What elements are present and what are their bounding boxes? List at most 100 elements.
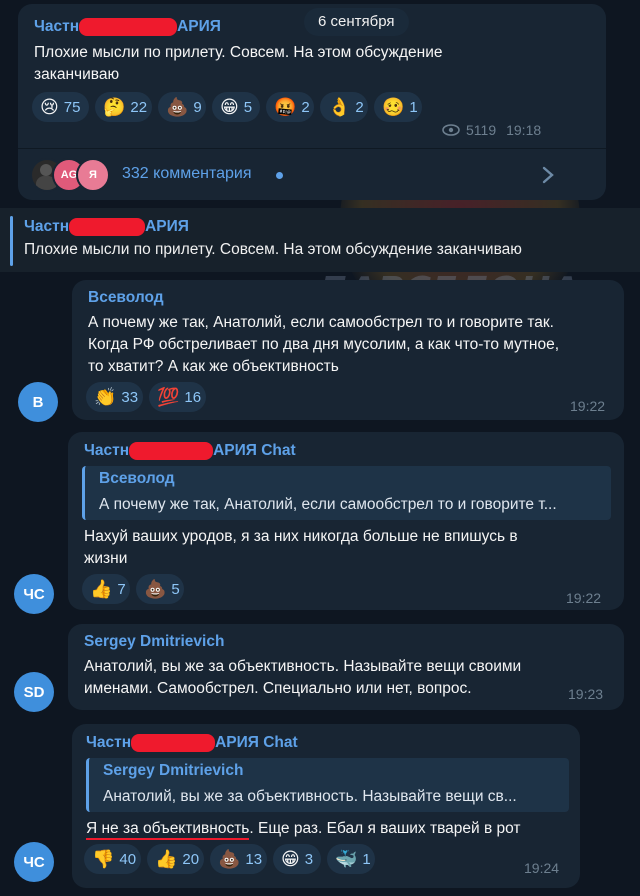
message-text-line: Анатолий, вы же за объективность. Называ… — [84, 658, 522, 675]
post-text: Плохие мысли по прилету. Совсем. На этом… — [34, 42, 443, 86]
avatar[interactable]: SD — [14, 672, 54, 712]
reaction-count: 16 — [184, 388, 202, 406]
date-badge: 6 сентября — [304, 8, 409, 36]
avatar[interactable]: В — [18, 382, 58, 422]
thumbs-down-icon: 👎 — [92, 849, 115, 869]
reaction-cursing-face[interactable]: 🤬 2 — [266, 92, 314, 122]
reaction-poo[interactable]: 💩 9 — [158, 92, 206, 122]
ok-hand-icon: 👌 — [328, 97, 351, 117]
quote-text: А почему же так, Анатолий, если самообст… — [99, 496, 557, 513]
reaction-clapping-hands[interactable]: 👏 33 — [86, 382, 143, 412]
author-redaction — [79, 18, 178, 36]
message-text: Анатолий, вы же за объективность. Называ… — [84, 656, 521, 700]
message-time: 19:22 — [566, 590, 602, 606]
grinning-face-icon: 😁 — [220, 97, 239, 117]
divider — [18, 148, 606, 149]
clapping-hands-icon: 👏 — [94, 387, 117, 407]
reaction-poo[interactable]: 💩 5 — [136, 574, 184, 604]
message-text: А почему же так, Анатолий, если самообст… — [88, 312, 559, 378]
post-text-line: Плохие мысли по прилету. Совсем. На этом… — [34, 44, 443, 61]
poo-icon: 💩 — [144, 579, 167, 599]
woozy-face-icon: 🥴 — [382, 97, 405, 117]
message-text-line: жизни — [84, 550, 128, 567]
message-text-line: Нахуй ваших уродов, я за них никогда бол… — [84, 528, 518, 545]
post-time: 19:18 — [506, 122, 542, 138]
avatar[interactable]: ЧС — [14, 842, 54, 882]
poo-icon: 💩 — [218, 849, 241, 869]
reaction-count: 7 — [117, 580, 126, 598]
post-views: 5119 19:18 — [442, 122, 541, 138]
reaction-poo[interactable]: 💩 13 — [210, 844, 267, 874]
post-views-count: 5119 — [466, 122, 497, 138]
reaction-hundred-points[interactable]: 💯 16 — [149, 382, 206, 412]
message-author-prefix: Частн — [86, 734, 132, 752]
thumbs-up-icon: 👍 — [155, 849, 178, 869]
reaction-crying-face[interactable]: 😢 75 — [32, 92, 89, 122]
reaction-ok-hand[interactable]: 👌 2 — [320, 92, 368, 122]
comments-count-label[interactable]: 332 комментария — [122, 165, 252, 183]
reaction-count: 1 — [362, 850, 371, 868]
message-author[interactable]: Частн АРИЯ Chat — [84, 442, 296, 460]
post-text-line: заканчиваю — [34, 66, 120, 83]
reaction-count: 13 — [245, 850, 263, 868]
reaction-grinning-face[interactable]: 😁 3 — [273, 844, 321, 874]
crying-face-icon: 😢 — [40, 97, 59, 117]
reaction-whale[interactable]: 🐳 1 — [327, 844, 375, 874]
reaction-thumbs-down[interactable]: 👎 40 — [84, 844, 141, 874]
commenter-avatar-3: Я — [76, 158, 110, 192]
pinned-message[interactable]: Частн АРИЯ Плохие мысли по прилету. Совсе… — [0, 208, 640, 272]
reaction-woozy-face[interactable]: 🥴 1 — [374, 92, 422, 122]
reaction-count: 20 — [182, 850, 200, 868]
message-author[interactable]: Всеволод — [88, 289, 164, 307]
reaction-count: 1 — [409, 98, 418, 116]
reaction-count: 2 — [355, 98, 364, 116]
pinned-author-suffix: АРИЯ — [145, 218, 189, 236]
post-author-suffix: АРИЯ — [177, 18, 221, 36]
reaction-count: 22 — [130, 98, 148, 116]
message-bubble[interactable]: Всеволод А почему же так, Анатолий, если… — [72, 280, 624, 420]
message-text-line: Когда РФ обстреливает по два дня мусолим… — [88, 336, 560, 353]
avatar[interactable]: ЧС — [14, 574, 54, 614]
message-bubble[interactable]: Частн АРИЯ Chat Sergey Dmitrievich Анатол… — [72, 724, 580, 888]
message-bubble[interactable]: Частн АРИЯ Chat Всеволод А почему же так,… — [68, 432, 624, 610]
post-author[interactable]: Частн АРИЯ — [34, 18, 221, 36]
message-author-prefix: Частн — [84, 442, 130, 460]
eye-icon — [442, 124, 460, 136]
message-author[interactable]: Частн АРИЯ Chat — [86, 734, 298, 752]
cursing-face-icon: 🤬 — [274, 97, 297, 117]
reaction-count: 33 — [121, 388, 139, 406]
message-time: 19:22 — [570, 398, 606, 414]
reaction-count: 75 — [63, 98, 81, 116]
reaction-thumbs-up[interactable]: 👍 7 — [82, 574, 130, 604]
comments-row[interactable]: AG Я 332 комментария — [18, 150, 606, 200]
reaction-thumbs-up[interactable]: 👍 20 — [147, 844, 204, 874]
reaction-count: 2 — [301, 98, 310, 116]
message-text: Я не за объективность. Еще раз. Ебал я в… — [86, 818, 521, 840]
pinned-author: Частн АРИЯ — [24, 218, 189, 236]
grinning-face-icon: 😁 — [281, 849, 300, 869]
hundred-points-icon: 💯 — [157, 387, 180, 407]
chevron-right-icon[interactable] — [542, 166, 554, 184]
reaction-thinking-face[interactable]: 🤔 22 — [95, 92, 152, 122]
reaction-count: 5 — [243, 98, 253, 116]
quote-author: Всеволод — [99, 470, 175, 487]
reply-quote[interactable]: Всеволод А почему же так, Анатолий, если… — [82, 466, 611, 520]
reply-quote[interactable]: Sergey Dmitrievich Анатолий, вы же за об… — [86, 758, 569, 812]
message-bubble[interactable]: Sergey Dmitrievich Анатолий, вы же за об… — [68, 624, 624, 710]
author-redaction — [69, 218, 146, 236]
pinned-text: Плохие мысли по прилету. Совсем. На этом… — [24, 241, 522, 258]
pinned-author-prefix: Частн — [24, 218, 70, 236]
message-author-suffix: АРИЯ Chat — [215, 734, 298, 752]
author-redaction — [131, 734, 216, 752]
message-author[interactable]: Sergey Dmitrievich — [84, 633, 224, 651]
poo-icon: 💩 — [166, 97, 189, 117]
message-text-line: А почему же так, Анатолий, если самообст… — [88, 314, 554, 331]
reaction-grinning-face[interactable]: 😁 5 — [212, 92, 260, 122]
thinking-face-icon: 🤔 — [103, 97, 126, 117]
whale-icon: 🐳 — [335, 849, 358, 869]
message-text: Нахуй ваших уродов, я за них никогда бол… — [84, 526, 518, 570]
thumbs-up-icon: 👍 — [90, 579, 113, 599]
message-time: 19:24 — [524, 860, 560, 876]
reaction-count: 3 — [304, 850, 314, 868]
author-redaction — [129, 442, 214, 460]
